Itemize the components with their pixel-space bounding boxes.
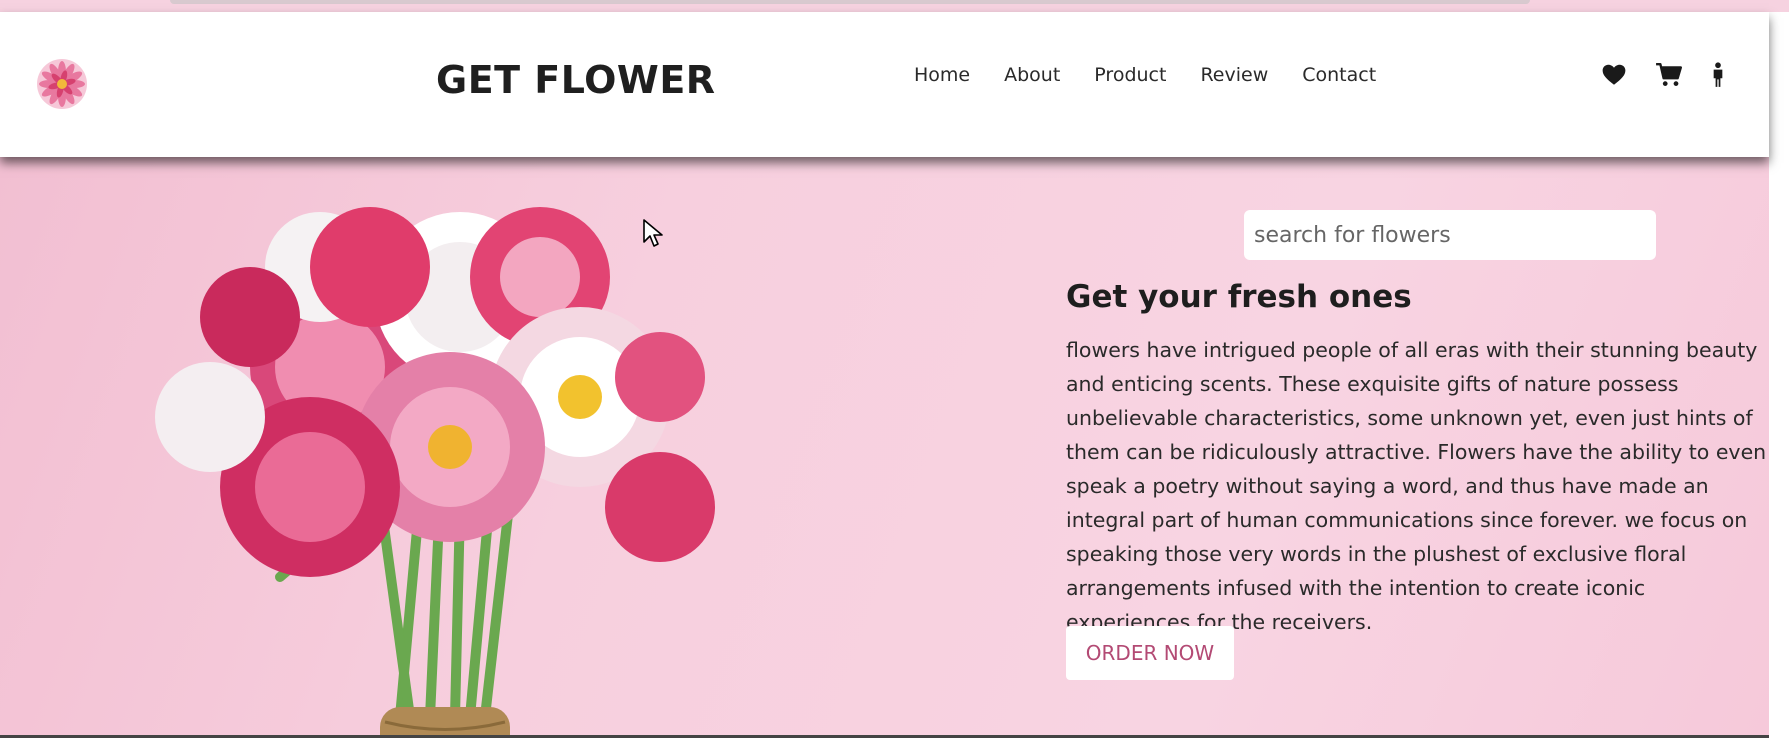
nav-link-home[interactable]: Home <box>914 64 970 86</box>
user-icon[interactable] <box>1709 62 1735 88</box>
hero-description: flowers have intrigued people of all era… <box>1066 338 1767 634</box>
top-scroll-bar <box>170 0 1530 4</box>
flower-logo-icon[interactable] <box>36 58 88 110</box>
nav-link-review[interactable]: Review <box>1200 64 1268 86</box>
cart-icon[interactable] <box>1655 62 1683 88</box>
nav-link-about[interactable]: About <box>1004 64 1060 86</box>
nav-link-contact[interactable]: Contact <box>1302 64 1376 86</box>
heart-icon[interactable] <box>1601 62 1627 88</box>
right-page-edge <box>1769 12 1789 738</box>
mouse-cursor-icon <box>643 219 663 247</box>
search-input[interactable] <box>1244 210 1656 260</box>
nav-link-product[interactable]: Product <box>1094 64 1166 86</box>
flower-bouquet-image <box>155 207 715 735</box>
site-header: GET FLOWER Home About Product Review Con… <box>0 12 1769 157</box>
brand-title: GET FLOWER <box>436 58 716 102</box>
top-strip <box>0 0 1789 12</box>
hero-headline: Get your fresh ones <box>1066 279 1412 315</box>
header-icons <box>1601 62 1735 88</box>
hero-section: Get your fresh ones flowers have intrigu… <box>0 157 1769 735</box>
order-now-button[interactable]: ORDER NOW <box>1066 626 1234 680</box>
main-nav: Home About Product Review Contact <box>914 64 1376 86</box>
